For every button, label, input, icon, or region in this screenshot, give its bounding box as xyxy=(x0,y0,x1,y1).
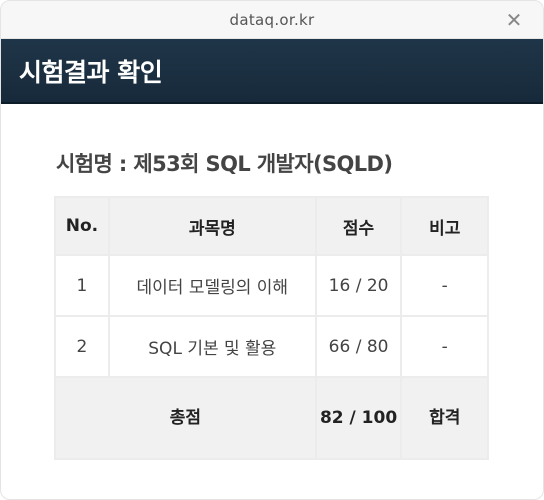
table-row: 1 데이터 모델링의 이해 16 / 20 - xyxy=(56,256,487,315)
header-note: 비고 xyxy=(402,198,487,254)
table-row: 2 SQL 기본 및 활용 66 / 80 - xyxy=(56,317,487,376)
popup-window: dataq.or.kr ✕ 시험결과 확인 시험명 : 제53회 SQL 개발자… xyxy=(0,0,544,500)
total-score: 82 / 100 xyxy=(316,378,401,458)
pass-result: 합격 xyxy=(402,378,487,458)
table-header-row: No. 과목명 점수 비고 xyxy=(56,198,487,254)
title-bar: dataq.or.kr ✕ xyxy=(1,1,543,39)
results-table: No. 과목명 점수 비고 1 데이터 모델링의 이해 16 / 20 - 2 … xyxy=(54,196,489,460)
row-note: - xyxy=(402,256,487,315)
row-subject: SQL 기본 및 활용 xyxy=(109,317,315,376)
content-area: 시험명 : 제53회 SQL 개발자(SQLD) No. 과목명 점수 비고 1… xyxy=(1,104,543,460)
header-score: 점수 xyxy=(316,198,401,254)
page-header: 시험결과 확인 xyxy=(1,39,543,104)
row-score: 66 / 80 xyxy=(316,317,401,376)
header-subject: 과목명 xyxy=(109,198,315,254)
row-no: 1 xyxy=(56,256,108,315)
row-note: - xyxy=(402,317,487,376)
row-subject: 데이터 모델링의 이해 xyxy=(109,256,315,315)
row-score: 16 / 20 xyxy=(316,256,401,315)
total-row: 총점 82 / 100 합격 xyxy=(56,378,487,458)
row-no: 2 xyxy=(56,317,108,376)
url-text: dataq.or.kr xyxy=(229,10,315,29)
close-icon[interactable]: ✕ xyxy=(503,9,525,31)
page-title: 시험결과 확인 xyxy=(19,57,163,87)
exam-title: 시험명 : 제53회 SQL 개발자(SQLD) xyxy=(56,152,393,176)
header-no: No. xyxy=(56,198,108,254)
total-label: 총점 xyxy=(56,378,315,458)
